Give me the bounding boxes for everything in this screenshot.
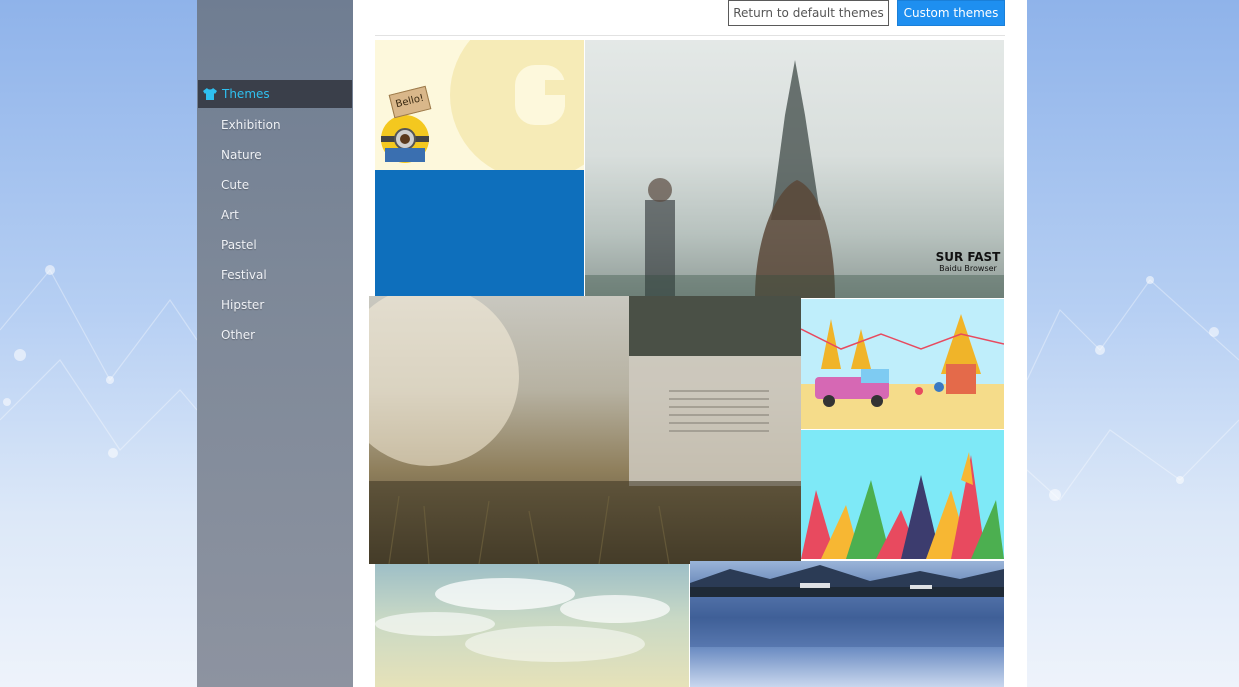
- sidebar-item-themes[interactable]: Themes: [198, 80, 352, 108]
- return-default-themes-button[interactable]: Return to default themes: [728, 0, 889, 26]
- sidebar-item-label: Cute: [221, 178, 250, 192]
- sidebar-item-exhibition[interactable]: Exhibition: [197, 111, 353, 139]
- city-brand: SUR FAST Baidu Browser: [935, 250, 1001, 273]
- sidebar-item-cute[interactable]: Cute: [197, 171, 353, 199]
- sidebar-item-label: Festival: [221, 268, 267, 282]
- sidebar: Themes Exhibition Nature Cute Art Pastel…: [197, 0, 353, 687]
- sidebar-item-label: Nature: [221, 148, 262, 162]
- sky-artwork: [375, 578, 670, 662]
- custom-themes-button[interactable]: Custom themes: [897, 0, 1005, 26]
- theme-tile-solid-blue[interactable]: [375, 170, 584, 296]
- sidebar-item-nature[interactable]: Nature: [197, 141, 353, 169]
- theme-tile-grass[interactable]: [369, 296, 801, 564]
- sidebar-item-label: Hipster: [221, 298, 265, 312]
- theme-tile-geometric[interactable]: [801, 430, 1004, 559]
- toolbar-divider: [375, 35, 1005, 36]
- theme-tile-city[interactable]: SUR FAST Baidu Browser: [585, 40, 1004, 298]
- lake-artwork: [690, 565, 1004, 647]
- festival-artwork: [801, 314, 1004, 429]
- city-brand-subtitle: Baidu Browser: [939, 264, 997, 273]
- theme-tile-minion[interactable]: Bello!: [375, 40, 584, 170]
- sidebar-item-other[interactable]: Other: [197, 321, 353, 349]
- theme-tile-sky[interactable]: [375, 564, 689, 687]
- sidebar-item-pastel[interactable]: Pastel: [197, 231, 353, 259]
- theme-tile-festival[interactable]: [801, 299, 1004, 429]
- sidebar-item-hipster[interactable]: Hipster: [197, 291, 353, 319]
- sidebar-item-label: Other: [221, 328, 256, 342]
- grass-artwork: [369, 296, 801, 564]
- city-brand-title: SUR FAST: [935, 250, 1001, 264]
- tshirt-icon: [203, 88, 217, 100]
- sidebar-item-label: Exhibition: [221, 118, 281, 132]
- sidebar-item-label: Art: [221, 208, 239, 222]
- sidebar-item-art[interactable]: Art: [197, 201, 353, 229]
- sidebar-item-festival[interactable]: Festival: [197, 261, 353, 289]
- sidebar-item-label: Pastel: [221, 238, 257, 252]
- geometric-artwork: [801, 452, 1004, 559]
- theme-tile-lake[interactable]: [690, 561, 1004, 687]
- sidebar-item-label: Themes: [222, 87, 270, 101]
